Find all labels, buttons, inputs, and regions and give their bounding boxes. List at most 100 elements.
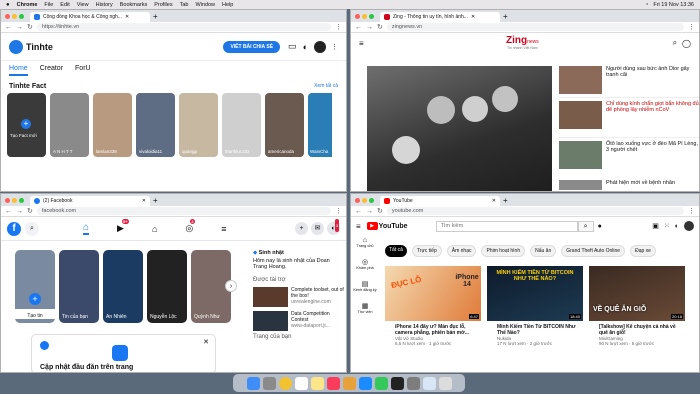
forward-icon[interactable]: → xyxy=(16,208,23,215)
tab-facebook[interactable]: (2) Facebook ✕ xyxy=(30,196,150,206)
more-icon[interactable]: ⋮ xyxy=(331,43,338,51)
tab-creator[interactable]: Creator xyxy=(40,65,63,76)
hero-photo[interactable] xyxy=(367,66,552,191)
create-fact-card[interactable]: + Tạo Fact mới xyxy=(7,93,46,157)
clock[interactable]: Fri 19 Nov 13:36 xyxy=(653,2,694,8)
fact-card[interactable]: thanhluc102 xyxy=(222,93,261,157)
avatar[interactable] xyxy=(314,40,326,53)
close-icon[interactable]: ✕ xyxy=(203,338,209,346)
fact-card[interactable]: lamlan338 xyxy=(93,93,132,157)
back-icon[interactable]: ← xyxy=(5,24,12,31)
chrome-icon[interactable] xyxy=(278,376,292,390)
menu-view[interactable]: View xyxy=(77,2,89,8)
ad-item[interactable]: Complete toolset, out of the box! unreale… xyxy=(253,287,345,307)
preview-icon[interactable] xyxy=(422,376,436,390)
news-item[interactable]: Phát hiện mới về bệnh nhân xyxy=(559,180,699,190)
story-card[interactable]: Nguyễn Lộc xyxy=(147,250,187,323)
create-icon[interactable]: + xyxy=(295,222,308,235)
menu-icon[interactable]: ≡ xyxy=(221,224,226,234)
menu-bookmarks[interactable]: Bookmarks xyxy=(120,2,148,8)
chip[interactable]: Âm nhạc xyxy=(446,245,477,257)
trash-icon[interactable] xyxy=(438,376,452,390)
tab-tinhte[interactable]: Cộng đồng Khoa học & Công ngh... ✕ xyxy=(30,12,150,22)
messages-icon[interactable] xyxy=(374,376,388,390)
back-icon[interactable]: ← xyxy=(5,208,12,215)
story-card[interactable]: An Nhiên xyxy=(103,250,143,323)
sidebar-item-explore[interactable]: ◎ Khám phá xyxy=(351,258,379,270)
chip[interactable]: Trực tiếp xyxy=(411,245,442,257)
user-icon[interactable]: ◯ xyxy=(682,39,691,48)
zoom-window-icon[interactable] xyxy=(19,13,24,19)
reload-icon[interactable]: ↻ xyxy=(27,208,33,215)
url-field[interactable]: zingnews.vn xyxy=(386,23,684,31)
reload-icon[interactable]: ↻ xyxy=(27,24,33,31)
close-window-icon[interactable] xyxy=(5,13,10,19)
watch-icon[interactable]: ▶ 9+ xyxy=(117,219,129,234)
chip[interactable]: Tất cả xyxy=(385,245,407,257)
next-stories-icon[interactable]: › xyxy=(225,280,237,292)
notification-icon[interactable]: ◐ xyxy=(303,42,308,52)
back-icon[interactable]: ← xyxy=(355,24,362,31)
chip[interactable]: Đạp xe xyxy=(630,245,656,257)
system-preferences-icon[interactable] xyxy=(406,376,420,390)
new-tab-icon[interactable]: + xyxy=(503,12,508,21)
new-tab-icon[interactable]: + xyxy=(503,196,508,205)
terminal-icon[interactable] xyxy=(390,376,404,390)
create-video-icon[interactable]: ▣ xyxy=(652,222,659,230)
sidebar-item-subscriptions[interactable]: ▤ Kênh đăng ký xyxy=(351,280,379,292)
tab-home[interactable]: Home xyxy=(9,65,28,76)
url-field[interactable]: youtube.com xyxy=(386,207,684,215)
minimize-window-icon[interactable] xyxy=(12,13,17,19)
apple-menu-icon[interactable]: ● xyxy=(6,2,10,8)
url-field[interactable]: facebook.com xyxy=(36,207,331,215)
minimize-window-icon[interactable] xyxy=(12,197,17,203)
close-window-icon[interactable] xyxy=(5,197,10,203)
sidebar-item-home[interactable]: ⌂ Trang chủ xyxy=(351,237,379,248)
menu-icon[interactable]: ≡ xyxy=(359,39,364,48)
zalo-icon[interactable] xyxy=(358,376,372,390)
groups-icon[interactable]: ◎ 2 xyxy=(185,219,195,234)
finder-icon[interactable] xyxy=(246,376,260,390)
video-card[interactable]: MÌNH KIẾM TIỀN TỪ BITCOIN NHƯ THẾ NÀO? 1… xyxy=(487,266,583,346)
menu-profiles[interactable]: Profiles xyxy=(154,2,172,8)
chat-icon[interactable]: ▭ xyxy=(288,41,297,52)
tab-foru[interactable]: ForU xyxy=(75,65,91,76)
tinhte-logo-icon[interactable] xyxy=(9,39,23,54)
minimize-window-icon[interactable] xyxy=(362,197,367,203)
minimize-window-icon[interactable] xyxy=(362,13,367,19)
search-input[interactable] xyxy=(435,220,578,232)
mic-icon[interactable]: ● xyxy=(598,223,602,230)
url-field[interactable]: https://tinhte.vn xyxy=(36,23,331,31)
forward-icon[interactable]: → xyxy=(366,208,373,215)
fact-card[interactable]: vivaloidia11 xyxy=(136,93,175,157)
new-tab-icon[interactable]: + xyxy=(153,12,158,21)
zoom-window-icon[interactable] xyxy=(369,197,374,203)
close-window-icon[interactable] xyxy=(355,13,360,19)
extensions-icon[interactable]: ⋮ xyxy=(335,24,342,31)
menu-file[interactable]: File xyxy=(44,2,53,8)
search-button[interactable]: ⌕ xyxy=(577,220,594,232)
forward-icon[interactable]: → xyxy=(366,24,373,31)
menu-tab[interactable]: Tab xyxy=(180,2,189,8)
app-menu[interactable]: Chrome xyxy=(17,2,38,8)
tab-zing[interactable]: Zing - Thông tin uy tín, hình ảnh... ✕ xyxy=(380,12,500,22)
news-item[interactable]: Chỉ dùng kính chắn giọt bắn không đủ để … xyxy=(559,101,699,138)
fact-card[interactable]: WainCha xyxy=(308,93,332,157)
photos-icon[interactable] xyxy=(342,376,356,390)
video-card[interactable]: ĐỤC LỖ iPhone 14 6:47 iPhone 14 đây ư? M… xyxy=(385,266,481,346)
reload-icon[interactable]: ↻ xyxy=(377,24,383,31)
extensions-icon[interactable]: ⋮ xyxy=(688,208,695,215)
back-icon[interactable]: ← xyxy=(355,208,362,215)
fact-card[interactable]: quangp xyxy=(179,93,218,157)
write-post-button[interactable]: VIẾT BÀI CHIA SẺ xyxy=(223,40,281,53)
youtube-logo[interactable]: YouTube xyxy=(379,223,408,230)
tinhte-logo[interactable]: Tinhte xyxy=(26,42,53,52)
close-tab-icon[interactable]: ✕ xyxy=(471,14,475,20)
music-icon[interactable] xyxy=(326,376,340,390)
video-card[interactable]: VỀ QUÊ ĂN GIỖ 20:18 [Talkshow] Kể chuyện… xyxy=(589,266,685,346)
chip[interactable]: Grand Theft Auto Online xyxy=(561,245,626,257)
avatar[interactable] xyxy=(684,221,694,231)
news-item[interactable]: Người dùng sau bức ảnh Dior gây tranh cã… xyxy=(559,66,699,98)
extensions-icon[interactable]: ⋮ xyxy=(688,24,695,31)
reload-icon[interactable]: ↻ xyxy=(377,208,383,215)
